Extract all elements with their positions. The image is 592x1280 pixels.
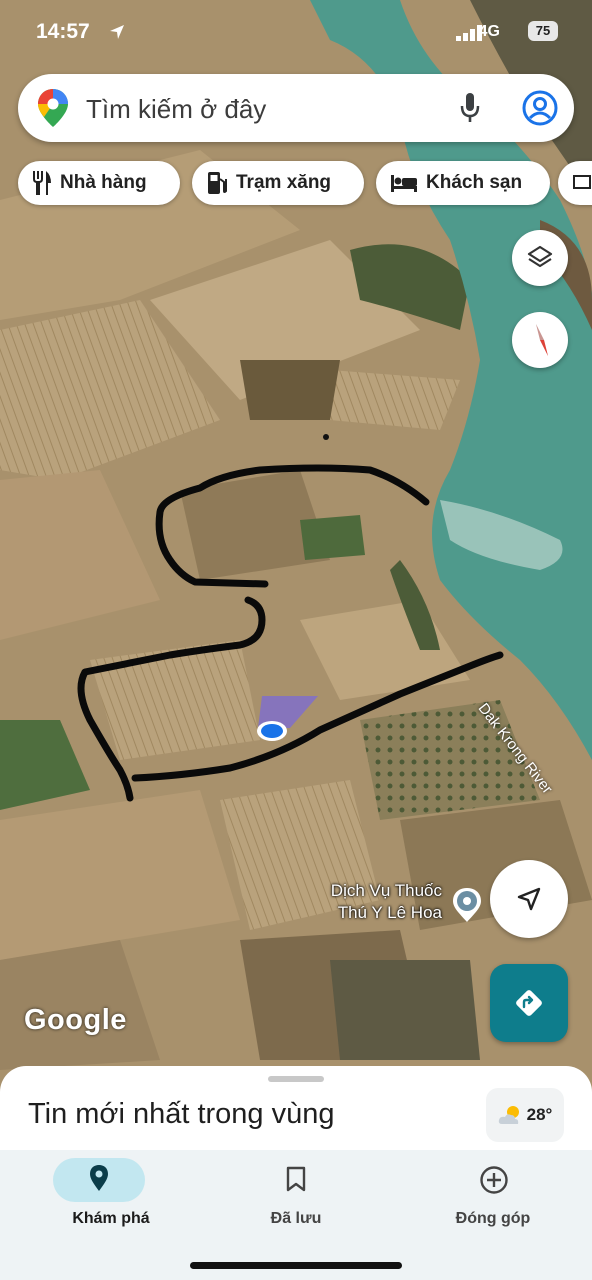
hotel-icon: [391, 175, 417, 192]
chip-label: Khách sạn: [426, 172, 523, 193]
weather-temp: 28°: [526, 1105, 553, 1124]
sheet-title: Tin mới nhất trong vùng: [28, 1098, 335, 1130]
chip-restaurants[interactable]: Nhà hàng: [18, 161, 180, 205]
search-input[interactable]: Tìm kiếm ở đây: [86, 94, 266, 125]
search-bar[interactable]: Tìm kiếm ở đây: [18, 74, 574, 142]
chip-label: Trạm xăng: [236, 172, 332, 193]
maps-pin-logo-icon: [38, 89, 68, 127]
compass-button[interactable]: [512, 312, 568, 368]
nav-explore[interactable]: Khám phá: [31, 1150, 191, 1250]
nav-label: Khám phá: [72, 1210, 150, 1227]
gas-station-icon: [208, 172, 227, 194]
partly-cloudy-icon: [498, 1106, 519, 1124]
layers-icon: [527, 245, 553, 268]
recenter-button[interactable]: [490, 860, 568, 938]
add-circle-icon: [480, 1166, 508, 1194]
place-label[interactable]: Dịch Vụ Thuốc Thú Y Lê Hoa: [300, 880, 442, 924]
weather-chip[interactable]: 28°: [486, 1088, 564, 1142]
shopping-icon: [573, 175, 591, 189]
nav-label: Đã lưu: [270, 1210, 322, 1227]
directions-icon: [516, 990, 542, 1016]
place-label-line-2: Thú Y Lê Hoa: [337, 903, 442, 922]
microphone-icon[interactable]: [460, 93, 480, 123]
home-indicator: [190, 1262, 402, 1269]
restaurant-icon: [33, 171, 51, 195]
google-attribution: Google: [24, 1004, 127, 1036]
chip-gas-stations[interactable]: Trạm xăng: [192, 161, 364, 205]
chip-label: Nhà hàng: [60, 172, 147, 193]
battery-indicator: 75: [528, 21, 558, 41]
nav-contribute[interactable]: Đóng góp: [413, 1150, 573, 1250]
directions-button[interactable]: [490, 964, 568, 1042]
nav-saved[interactable]: Đã lưu: [216, 1150, 376, 1250]
location-arrow-icon: [110, 25, 124, 39]
status-time: 14:57: [36, 20, 90, 43]
sheet-drag-handle[interactable]: [268, 1076, 324, 1082]
nav-label: Đóng góp: [455, 1210, 531, 1227]
bookmark-icon: [286, 1166, 306, 1192]
status-bar: 14:57 4G 75: [0, 0, 592, 64]
bottom-navigation: Khám phá Đã lưu Đóng góp: [0, 1150, 592, 1280]
layers-button[interactable]: [512, 230, 568, 286]
chip-hotels[interactable]: Khách sạn: [376, 161, 550, 205]
explore-pin-icon: [90, 1165, 108, 1191]
network-type: 4G: [478, 23, 500, 40]
compass-icon: [536, 324, 548, 356]
place-label-line-1: Dịch Vụ Thuốc: [330, 881, 442, 900]
navigation-arrow-icon: [517, 887, 541, 911]
place-pin-icon[interactable]: [450, 886, 484, 924]
account-avatar-icon[interactable]: [522, 90, 558, 126]
